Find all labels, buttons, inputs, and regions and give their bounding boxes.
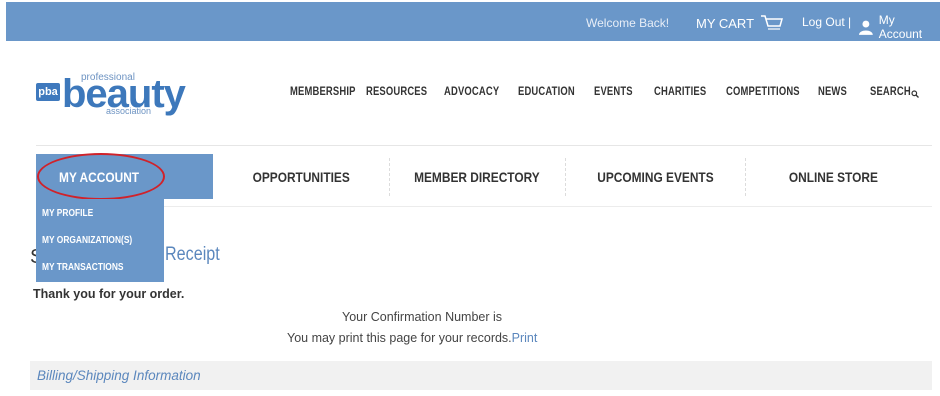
nav-competitions[interactable]: COMPETITIONS bbox=[726, 86, 800, 98]
confirmation-text: Your Confirmation Number is bbox=[342, 310, 503, 324]
tab-opportunities-label: OPPORTUNITIES bbox=[252, 168, 350, 185]
logo-association: association bbox=[106, 106, 152, 116]
my-account-top-label: My Account bbox=[878, 13, 923, 41]
welcome-text: Welcome Back! bbox=[586, 16, 670, 30]
dropdown-my-transactions[interactable]: MY TRANSACTIONS bbox=[42, 261, 124, 273]
print-instruction: You may print this page for your records… bbox=[287, 331, 512, 345]
nav-charities[interactable]: CHARITIES bbox=[654, 86, 706, 98]
nav-advocacy[interactable]: ADVOCACY bbox=[444, 86, 499, 98]
tab-member-directory[interactable]: MEMBER DIRECTORY bbox=[389, 154, 565, 199]
billing-shipping-section[interactable]: Billing/Shipping Information bbox=[30, 361, 932, 390]
thank-you-text: Thank you for your order. bbox=[33, 287, 185, 301]
nav-events[interactable]: EVENTS bbox=[594, 86, 633, 98]
user-icon bbox=[858, 20, 873, 35]
highlight-circle bbox=[37, 153, 165, 200]
page-title-end: Receipt bbox=[165, 244, 220, 265]
nav-education[interactable]: EDUCATION bbox=[518, 86, 575, 98]
billing-shipping-title: Billing/Shipping Information bbox=[37, 368, 201, 383]
nav-search[interactable]: SEARCH bbox=[870, 86, 911, 98]
nav-news[interactable]: NEWS bbox=[818, 86, 847, 98]
top-bar: Welcome Back! MY CART Log Out | My Accou… bbox=[6, 2, 940, 41]
tab-upcoming-events-label: UPCOMING EVENTS bbox=[596, 168, 714, 185]
pba-logo[interactable]: pba professional beauty association bbox=[36, 68, 186, 118]
dropdown-my-profile[interactable]: MY PROFILE bbox=[42, 207, 93, 219]
header-divider bbox=[36, 145, 932, 146]
print-link[interactable]: Print bbox=[512, 331, 538, 345]
tab-upcoming-events[interactable]: UPCOMING EVENTS bbox=[565, 154, 745, 199]
logout-link[interactable]: Log Out | bbox=[802, 15, 851, 29]
cart-icon bbox=[761, 15, 784, 30]
my-account-top-link[interactable]: My Account bbox=[858, 13, 940, 41]
tab-online-store-label: ONLINE STORE bbox=[788, 168, 878, 185]
dropdown-my-organizations[interactable]: MY ORGANIZATION(S) bbox=[42, 234, 132, 246]
search-icon[interactable] bbox=[911, 90, 919, 98]
nav-resources[interactable]: RESOURCES bbox=[366, 86, 427, 98]
my-account-dropdown: MY PROFILE MY ORGANIZATION(S) MY TRANSAC… bbox=[36, 199, 164, 282]
tab-opportunities[interactable]: OPPORTUNITIES bbox=[213, 154, 389, 199]
nav-membership[interactable]: MEMBERSHIP bbox=[290, 86, 356, 98]
print-line: You may print this page for your records… bbox=[287, 331, 537, 345]
subnav-divider-line bbox=[36, 206, 932, 207]
logo-badge: pba bbox=[36, 83, 60, 101]
my-cart-link[interactable]: MY CART bbox=[696, 14, 784, 32]
tab-member-directory-label: MEMBER DIRECTORY bbox=[414, 168, 540, 185]
my-cart-label: MY CART bbox=[696, 15, 755, 31]
tab-online-store[interactable]: ONLINE STORE bbox=[745, 154, 921, 199]
